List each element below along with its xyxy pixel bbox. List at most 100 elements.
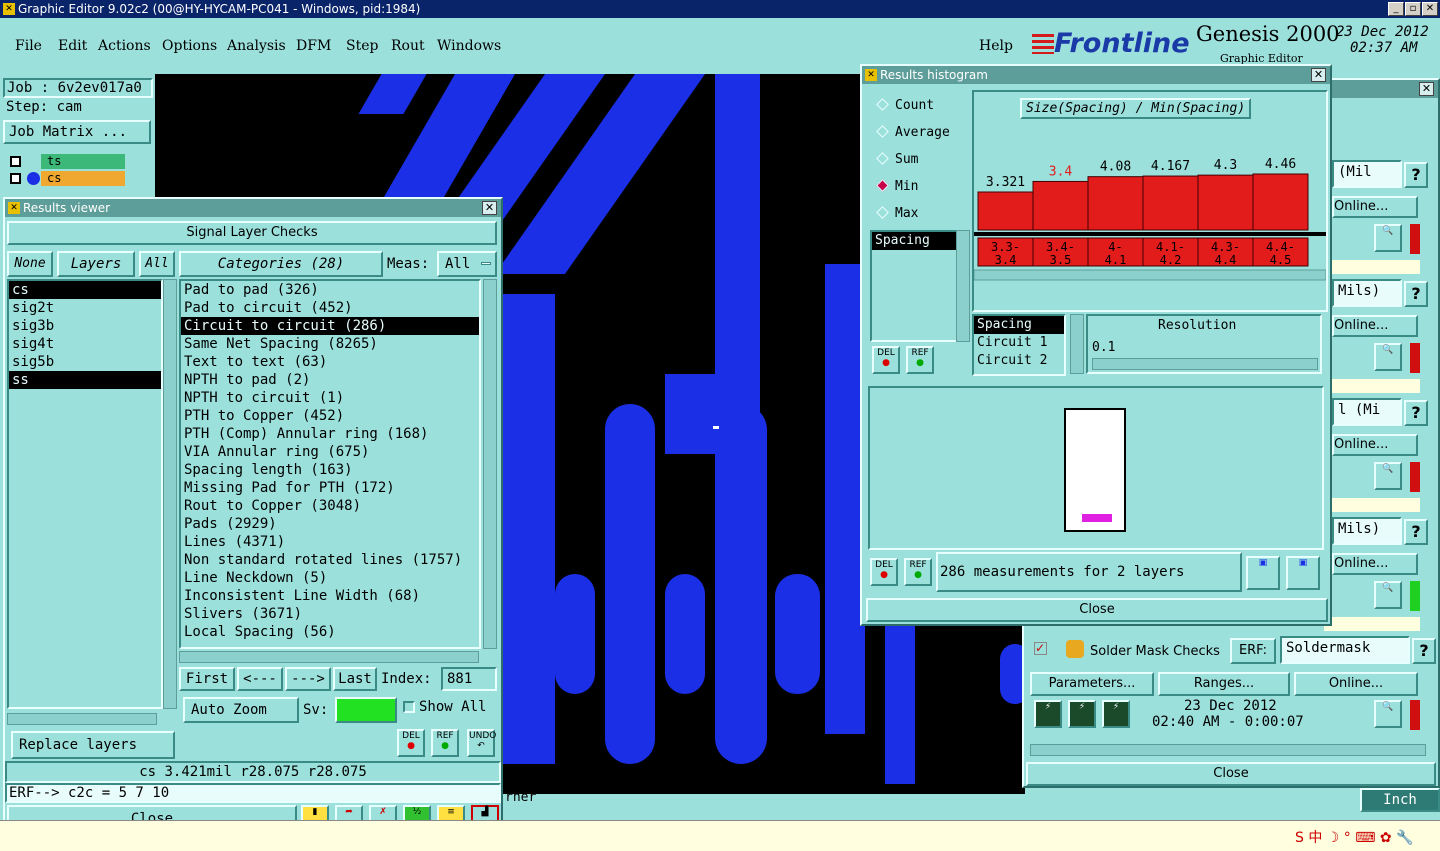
layer-row-cs[interactable]: cs [5, 171, 125, 186]
category-list-hscroll[interactable] [179, 651, 479, 663]
sv-color-dropdown[interactable] [335, 697, 397, 723]
units-button[interactable]: Inch [1360, 788, 1440, 812]
layer-list-hscroll[interactable] [7, 713, 157, 725]
run-icon-1[interactable]: ⚡ [1034, 700, 1062, 728]
menu-windows[interactable]: Windows [437, 38, 501, 54]
results-viewer-close-icon[interactable]: ✕ [482, 201, 497, 215]
ime-icon[interactable]: S 中 ☽ ° ⌨ ✿ 🔧 [1295, 827, 1414, 847]
category-list[interactable]: Pad to pad (326) Pad to circuit (452) Circ… [179, 279, 481, 649]
mode-radio-min[interactable]: Min [876, 179, 918, 194]
check-row-help-button[interactable]: ? [1404, 281, 1428, 307]
category-item[interactable]: Non standard rotated lines (1757) [181, 551, 479, 569]
layer-list[interactable]: cs sig2t sig3b sig4t sig5b ss [7, 279, 163, 709]
zoom-icon[interactable]: 🔍 [1374, 700, 1402, 728]
menu-step[interactable]: Step [346, 38, 378, 54]
layer-item[interactable]: ss [9, 371, 161, 389]
check-row-field[interactable]: Mils) [1332, 517, 1402, 545]
solder-help-button[interactable]: ? [1412, 638, 1436, 664]
histogram-bar[interactable] [977, 191, 1034, 231]
check-row-online-button[interactable]: Online... [1332, 315, 1418, 337]
close-window-button[interactable]: ✕ [1422, 2, 1438, 16]
layer-cs-checkbox[interactable] [10, 173, 21, 184]
category-item[interactable]: Pad to pad (326) [181, 281, 479, 299]
histogram-bar[interactable] [1087, 176, 1144, 231]
category-item[interactable]: Circuit to circuit (286) [181, 317, 479, 335]
sort-item[interactable]: Circuit 1 [974, 334, 1064, 352]
solder-erf-field[interactable]: Soldermask [1280, 636, 1410, 664]
del-button[interactable]: DEL ● [397, 729, 425, 757]
index-field[interactable]: 881 [441, 667, 497, 691]
check-row-online-button[interactable]: Online... [1332, 196, 1418, 218]
maximize-button[interactable]: ▫ [1405, 2, 1421, 16]
checklist-close-button[interactable]: Close [1026, 762, 1436, 786]
auto-zoom-dropdown[interactable]: Auto Zoom [183, 697, 299, 723]
solder-erf-button[interactable]: ERF: [1230, 638, 1276, 664]
layer-item[interactable]: sig5b [9, 353, 161, 371]
last-button[interactable]: Last [333, 667, 377, 691]
attribute-scrollbar[interactable] [956, 230, 970, 342]
zoom-icon[interactable]: 🔍 [1374, 343, 1402, 371]
menu-dfm[interactable]: DFM [296, 38, 331, 54]
undo-button[interactable]: UNDO ↶ [467, 729, 496, 757]
histogram-bar[interactable] [1032, 180, 1089, 231]
run-icon-2[interactable]: ⚡ [1068, 700, 1096, 728]
hist-del-button[interactable]: DEL ● [872, 346, 900, 374]
next-button[interactable]: ---> [285, 667, 331, 691]
category-item[interactable]: VIA Annular ring (675) [181, 443, 479, 461]
job-matrix-button[interactable]: Job Matrix ... [3, 120, 151, 144]
zoom-icon[interactable]: 🔍 [1374, 224, 1402, 252]
checklist-hscroll[interactable] [1030, 744, 1426, 756]
run-icon-3[interactable]: ⚡ [1102, 700, 1130, 728]
category-item[interactable]: Spacing length (163) [181, 461, 479, 479]
menu-edit[interactable]: Edit [58, 38, 87, 54]
category-list-scrollbar[interactable] [483, 279, 497, 649]
check-row-help-button[interactable]: ? [1404, 400, 1428, 426]
categories-button[interactable]: Categories (28) [179, 251, 383, 277]
category-item[interactable]: Missing Pad for PTH (172) [181, 479, 479, 497]
mode-radio-average[interactable]: Average [876, 125, 950, 140]
mode-radio-sum[interactable]: Sum [876, 152, 918, 167]
category-item[interactable]: Same Net Spacing (8265) [181, 335, 479, 353]
layers-all-button[interactable]: All [139, 251, 175, 277]
menu-rout[interactable]: Rout [391, 38, 425, 54]
category-item[interactable]: Pads (2929) [181, 515, 479, 533]
zoom-select-icon[interactable]: ▣ [1286, 556, 1320, 590]
menu-analysis[interactable]: Analysis [227, 38, 286, 54]
category-item[interactable]: PTH to Copper (452) [181, 407, 479, 425]
ref-button[interactable]: REF ● [431, 729, 459, 757]
online-button[interactable]: Online... [1294, 672, 1418, 696]
layer-list-scrollbar[interactable] [163, 279, 177, 709]
minimize-button[interactable]: _ [1388, 2, 1404, 16]
layers-button[interactable]: Layers [57, 251, 135, 277]
histogram-close-icon[interactable]: ✕ [1311, 68, 1326, 82]
zoom-icon[interactable]: 🔍 [1374, 462, 1402, 490]
layer-row-ts[interactable]: ts [5, 154, 125, 169]
category-item[interactable]: PTH (Comp) Annular ring (168) [181, 425, 479, 443]
category-item[interactable]: Inconsistent Line Width (68) [181, 587, 479, 605]
layer-ts-checkbox[interactable] [10, 156, 21, 167]
layer-item[interactable]: sig4t [9, 335, 161, 353]
histogram-bar[interactable] [1142, 175, 1199, 231]
histogram-close-button[interactable]: Close [866, 598, 1328, 622]
parameters-button[interactable]: Parameters... [1030, 672, 1154, 696]
check-row-field[interactable]: (Mil [1332, 160, 1402, 188]
preview-ref-button[interactable]: REF ● [904, 558, 932, 586]
check-row-field[interactable]: Mils) [1332, 279, 1402, 307]
meas-dropdown[interactable]: All [437, 251, 497, 277]
zoom-icon[interactable]: 🔍 [1374, 581, 1402, 609]
resolution-slider[interactable] [1092, 358, 1318, 370]
mode-radio-max[interactable]: Max [876, 206, 918, 221]
zoom-fit-icon[interactable]: ▣ [1246, 556, 1280, 590]
mode-radio-count[interactable]: Count [876, 98, 934, 113]
category-item[interactable]: Rout to Copper (3048) [181, 497, 479, 515]
category-item[interactable]: NPTH to pad (2) [181, 371, 479, 389]
attribute-list[interactable]: Spacing [870, 230, 962, 342]
menu-file[interactable]: File [15, 38, 42, 54]
checklist-close-icon[interactable]: ✕ [1419, 82, 1434, 96]
hist-ref-button[interactable]: REF ● [906, 346, 934, 374]
sort-scrollbar[interactable] [1070, 314, 1084, 374]
layer-item[interactable]: sig3b [9, 317, 161, 335]
ranges-button[interactable]: Ranges... [1158, 672, 1290, 696]
layer-item[interactable]: cs [9, 281, 161, 299]
replace-layers-dropdown[interactable]: Replace layers [11, 731, 175, 759]
